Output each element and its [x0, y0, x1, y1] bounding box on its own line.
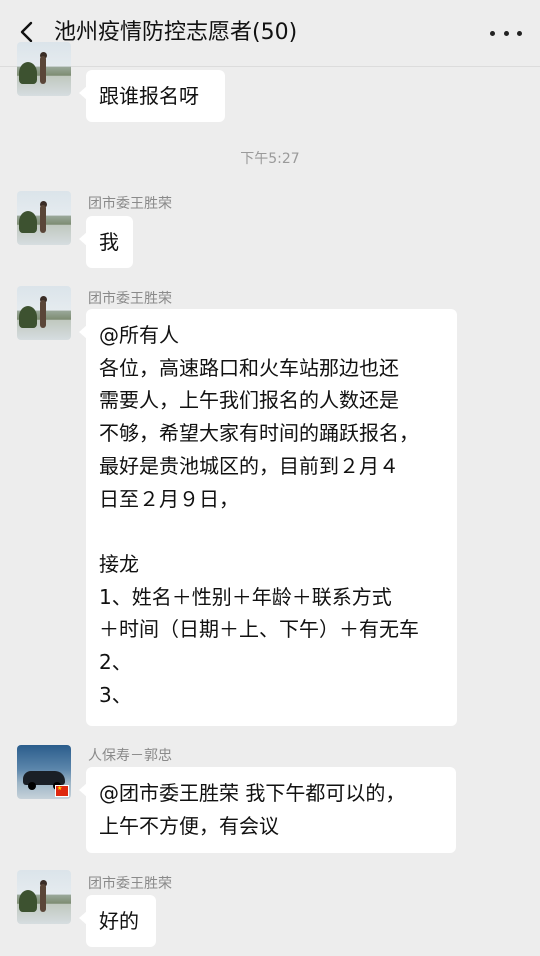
avatar[interactable] [17, 191, 71, 245]
avatar[interactable] [17, 745, 71, 799]
message-text-line: 各位，高速路口和火车站那边也还 [99, 355, 399, 380]
sender-name: 人保寿－郭忠 [88, 748, 172, 764]
chevron-left-icon[interactable] [16, 21, 38, 43]
message-bubble[interactable]: @所有人 各位，高速路口和火车站那边也还 需要人，上午我们报名的人数还是 不够，… [79, 309, 457, 726]
message-text-line: 最好是贵池城区的，目前到２月４ [99, 453, 399, 478]
avatar[interactable] [17, 42, 71, 96]
avatar[interactable] [17, 286, 71, 340]
message-text-line: 1、姓名＋性别＋年龄＋联系方式 [99, 584, 392, 609]
sender-name: 团市委王胜荣 [88, 196, 172, 212]
message-text-line [99, 515, 443, 548]
message-text-line: ＋时间（日期＋上、下午）＋有无车 [99, 617, 419, 642]
message-bubble[interactable]: 我 [79, 216, 133, 268]
message-text-line: 2、 [99, 650, 132, 675]
message-text: 跟谁报名呀 [99, 84, 199, 108]
message-bubble[interactable]: 跟谁报名呀 [79, 70, 225, 122]
sender-name: 团市委王胜荣 [88, 876, 172, 892]
message-bubble[interactable]: @团市委王胜荣 我下午都可以的， 上午不方便，有会议 [79, 767, 456, 853]
timestamp: 下午5:27 [240, 151, 300, 167]
message-text-line: @所有人 [99, 323, 179, 347]
avatar[interactable] [17, 870, 71, 924]
message-text-line: 接龙 [99, 551, 139, 576]
message-text-line: 3、 [99, 682, 132, 707]
message-text-line: 日至２月９日， [99, 486, 239, 511]
message-text: 我 [99, 230, 119, 254]
message-text-line: 需要人，上午我们报名的人数还是 [99, 388, 399, 413]
chat-title: 池州疫情防控志愿者(50) [54, 20, 298, 45]
china-flag-icon [55, 785, 69, 797]
chat-header: 池州疫情防控志愿者(50) [0, 0, 540, 67]
more-dots-icon[interactable] [490, 22, 522, 44]
message-text-line: 上午不方便，有会议 [99, 813, 279, 838]
message-bubble[interactable]: 好的 [79, 895, 156, 947]
message-text-line: 不够，希望大家有时间的踊跃报名， [99, 421, 419, 446]
sender-name: 团市委王胜荣 [88, 291, 172, 307]
message-text: 好的 [99, 909, 139, 933]
message-text-line: @团市委王胜荣 我下午都可以的， [99, 781, 406, 805]
